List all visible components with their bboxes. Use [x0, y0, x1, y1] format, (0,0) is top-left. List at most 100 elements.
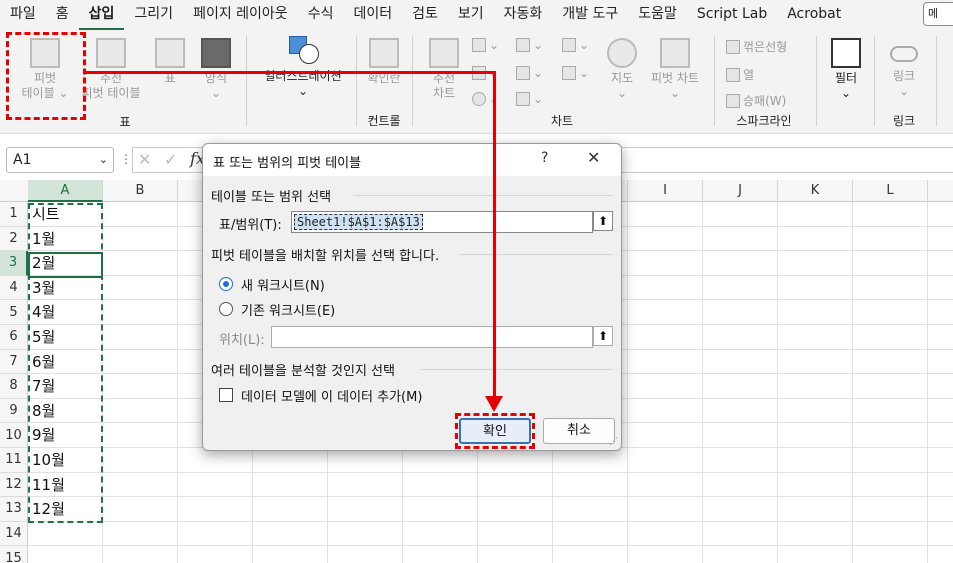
row-header[interactable]: 15 [0, 546, 28, 563]
menu-tab[interactable]: 파일 [0, 0, 46, 30]
menu-tab[interactable]: 자동화 [494, 0, 553, 30]
close-icon[interactable]: ✕ [587, 148, 600, 167]
row-header[interactable]: 3 [0, 251, 28, 276]
collapse-dialog-icon[interactable]: ⬆ [593, 326, 613, 346]
new-worksheet-label[interactable]: 새 워크시트(N) [241, 275, 325, 294]
combo-chart-button[interactable]: ⌄ [562, 66, 589, 80]
hierarchy-chart-button[interactable]: ⌄ [516, 38, 543, 52]
scatter-chart-button[interactable]: ⌄ [516, 92, 543, 106]
row-header[interactable]: 10 [0, 423, 28, 448]
row-header[interactable]: 1 [0, 202, 28, 227]
new-worksheet-radio[interactable] [219, 277, 233, 291]
link-button[interactable]: 링크 ⌄ [884, 38, 924, 99]
column-header[interactable]: I [628, 180, 703, 202]
group-label-links: 링크 [892, 114, 916, 128]
forms-icon [201, 38, 231, 68]
grid-line [702, 202, 703, 563]
menu-tab[interactable]: 그리기 [124, 0, 183, 30]
menu-tab[interactable]: Acrobat [777, 0, 851, 30]
statistic-chart-button[interactable]: ⌄ [516, 66, 543, 80]
forms-button[interactable]: 양식 ⌄ [196, 38, 236, 101]
grid-line [627, 202, 628, 563]
row-header[interactable]: 5 [0, 300, 28, 325]
column-chart-icon [472, 38, 486, 52]
sparkline-line-button[interactable]: 꺾은선형 [726, 38, 787, 55]
chevron-down-icon[interactable]: ⌄ [99, 148, 108, 172]
waterfall-chart-button[interactable]: ⌄ [562, 38, 589, 52]
cancel-button[interactable]: 취소 [543, 418, 615, 444]
map-chart-button[interactable]: 지도 ⌄ [604, 38, 640, 101]
row-header[interactable]: 14 [0, 521, 28, 547]
grid-line [177, 202, 178, 563]
column-header[interactable]: K [778, 180, 853, 202]
check-icon[interactable]: ✓ [164, 150, 177, 169]
collapse-dialog-icon[interactable]: ⬆ [593, 211, 613, 231]
column-chart-button[interactable]: ⌄ [472, 38, 499, 52]
menu-tab[interactable]: 홈 [46, 0, 79, 30]
pivot-chart-button[interactable]: 피벗 차트 ⌄ [644, 38, 706, 101]
recommended-pivot-icon [96, 38, 126, 68]
menu-tab[interactable]: 보기 [448, 0, 494, 30]
ribbon-separator [816, 36, 817, 126]
sparkline-column-button[interactable]: 열 [726, 66, 754, 83]
range-input[interactable]: Sheet1!$A$1:$A$13 [291, 211, 593, 233]
menu-tab[interactable]: 수식 [298, 0, 344, 30]
illustrations-button[interactable]: 일러스트레이션 ⌄ [255, 36, 351, 99]
recommended-charts-button[interactable]: 추천 차트 [424, 38, 464, 101]
existing-worksheet-label[interactable]: 기존 워크시트(E) [241, 300, 335, 319]
column-header[interactable]: B [103, 180, 178, 202]
menu-tab[interactable]: 검토 [402, 0, 448, 30]
more-icon[interactable]: ⋮ [120, 152, 132, 166]
combo-chart-icon [562, 66, 576, 80]
dialog-title: 표 또는 범위의 피벗 테이블 [213, 156, 362, 171]
row-header[interactable]: 12 [0, 472, 28, 498]
highlight-ok-button [455, 413, 535, 449]
recommended-pivot-button[interactable]: 추천 피벗 테이블 [80, 38, 142, 101]
row-header[interactable]: 4 [0, 275, 28, 301]
data-model-checkbox[interactable] [219, 388, 233, 402]
column-header[interactable]: A [28, 180, 103, 202]
location-input[interactable] [271, 326, 593, 348]
menu-tab[interactable]: 삽입 [78, 0, 125, 30]
data-model-label[interactable]: 데이터 모델에 이 데이터 추가(M) [241, 386, 422, 405]
existing-worksheet-radio[interactable] [219, 302, 233, 316]
menu-tab[interactable]: 데이터 [343, 0, 402, 30]
sparkline-winloss-button[interactable]: 승패(W) [726, 92, 786, 109]
name-box[interactable]: A1 ⌄ [6, 147, 114, 173]
group-label-sparklines: 스파크라인 [736, 114, 792, 128]
menu-tab[interactable]: 도움말 [628, 0, 687, 30]
help-icon[interactable]: ? [541, 150, 548, 166]
checkbox-control-button[interactable]: 확인란 [362, 38, 406, 86]
grid-line [852, 202, 853, 563]
hierarchy-chart-icon [516, 38, 530, 52]
scatter-chart-icon [516, 92, 530, 106]
column-header[interactable]: J [703, 180, 778, 202]
location-label: 위치(L): [219, 333, 265, 348]
menu-tab[interactable]: 개발 도구 [552, 0, 628, 30]
section-divider [353, 195, 613, 196]
menu-tab[interactable]: Script Lab [687, 0, 777, 30]
row-header[interactable]: 2 [0, 226, 28, 252]
column-header[interactable]: L [853, 180, 928, 202]
menu-tab[interactable]: 페이지 레이아웃 [183, 0, 298, 30]
grid-line [28, 471, 953, 473]
row-header[interactable]: 8 [0, 374, 28, 399]
grid-line [28, 520, 953, 522]
row-header[interactable]: 11 [0, 448, 28, 473]
resize-grip-icon[interactable]: ⋰ [609, 437, 618, 447]
comment-button[interactable]: 메 [923, 2, 953, 26]
highlight-pivot-table [6, 32, 86, 120]
dialog-titlebar: 표 또는 범위의 피벗 테이블 ? ✕ [203, 144, 621, 176]
row-header[interactable]: 6 [0, 325, 28, 350]
grid-line [927, 202, 928, 563]
row-header[interactable]: 13 [0, 497, 28, 522]
pivot-chart-icon [660, 38, 690, 68]
row-header[interactable]: 9 [0, 398, 28, 424]
table-button[interactable]: 표 [150, 38, 190, 86]
shapes-icon [287, 36, 319, 66]
copy-marquee [28, 203, 103, 523]
cancel-icon[interactable]: ✕ [138, 150, 151, 169]
section-divider [459, 254, 613, 255]
row-header[interactable]: 7 [0, 349, 28, 375]
filter-button[interactable]: 필터 ⌄ [824, 38, 868, 101]
